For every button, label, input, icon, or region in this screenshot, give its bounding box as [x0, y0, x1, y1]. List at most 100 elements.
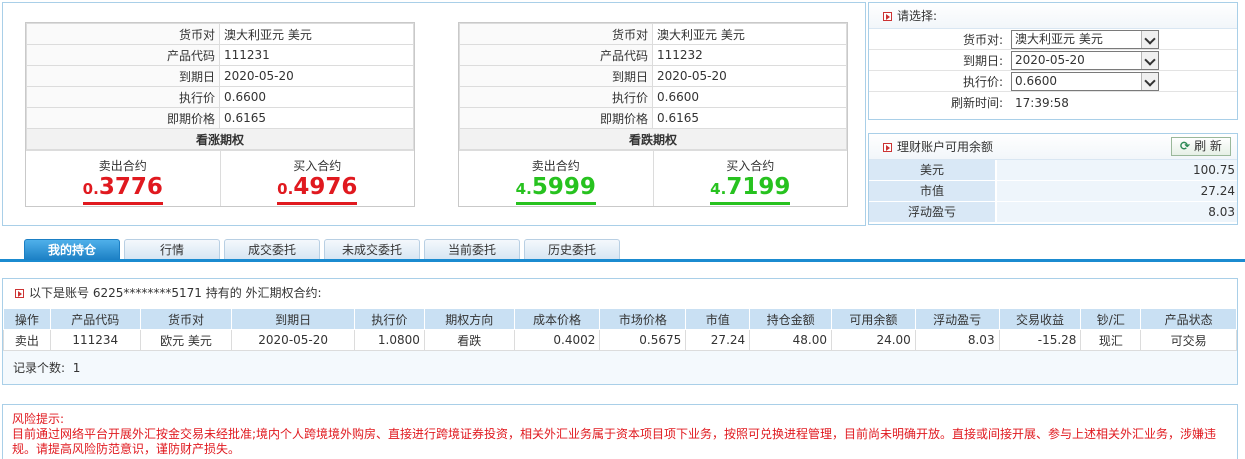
call-option-card: 货币对 澳大利亚元 美元 产品代码 111231 到期日 2020-05-20 执行价… — [25, 22, 415, 207]
cell-cash-type: 现汇 — [1080, 329, 1142, 351]
chevron-down-icon[interactable] — [1141, 72, 1158, 90]
refresh-icon: ⟳ — [1180, 139, 1191, 153]
info-value: 澳大利亚元 美元 — [652, 23, 847, 45]
cell-cost-price: 0.4002 — [513, 329, 601, 351]
refresh-time-value: 17:39:58 — [1015, 95, 1069, 110]
cell-status: 可交易 — [1140, 329, 1237, 351]
bullet-icon — [15, 289, 24, 298]
sell-contract-label: 卖出合约 — [531, 159, 580, 173]
price-decimal: 3776 — [98, 174, 163, 200]
balance-title: 理财账户可用余额 — [897, 140, 994, 154]
balance-header: 理财账户可用余额 ⟳ 刷 新 — [869, 134, 1237, 160]
balance-value: 27.24 — [997, 181, 1237, 201]
balance-row: 浮动盈亏 8.03 — [869, 202, 1237, 223]
put-option-card: 货币对 澳大利亚元 美元 产品代码 111232 到期日 2020-05-20 执行价… — [458, 22, 848, 207]
info-value: 0.6165 — [652, 107, 847, 129]
info-label: 产品代码 — [26, 44, 220, 66]
sell-action-link[interactable]: 卖出 — [3, 329, 51, 351]
refresh-time-row: 刷新时间: 17:39:58 — [869, 92, 1237, 113]
tab-filled-orders[interactable]: 成交委托 — [224, 239, 320, 259]
column-header: 期权方向 — [423, 308, 515, 330]
info-row: 货币对 澳大利亚元 美元 — [459, 23, 847, 45]
tab-current-orders[interactable]: 当前委托 — [424, 239, 520, 259]
buy-contract-label: 买入合约 — [293, 159, 342, 173]
tab-my-positions[interactable]: 我的持仓 — [24, 239, 120, 260]
tab-market[interactable]: 行情 — [124, 239, 220, 259]
column-header: 成本价格 — [513, 308, 601, 330]
holdings-header: 以下是账号 6225********5171 持有的 外汇期权合约: — [3, 279, 1237, 308]
price-decimal: 7199 — [726, 174, 791, 200]
strike-selected-value: 0.6600 — [1015, 73, 1057, 88]
info-label: 即期价格 — [459, 107, 653, 129]
balance-value: 8.03 — [997, 202, 1237, 222]
info-row: 到期日 2020-05-20 — [26, 65, 414, 87]
info-value: 0.6600 — [219, 86, 414, 108]
strike-label: 执行价: — [962, 74, 1003, 89]
info-value: 111232 — [652, 44, 847, 66]
balance-row: 市值 27.24 — [869, 181, 1237, 202]
info-row: 产品代码 111231 — [26, 44, 414, 66]
cell-trade-pl: -15.28 — [998, 329, 1082, 351]
put-sell-price[interactable]: 4.5999 — [515, 175, 596, 205]
call-sell-price[interactable]: 0.3776 — [82, 174, 163, 205]
strike-select[interactable]: 0.6600 — [1011, 71, 1159, 91]
call-sell-quote[interactable]: 卖出合约 0.3776 — [26, 151, 220, 206]
risk-notice: 风险提示: 目前通过网络平台开展外汇按金交易未经批准;境内个人跨境境外购房、直接… — [2, 404, 1238, 459]
price-integer: 4. — [515, 180, 532, 198]
cell-market-price: 0.5675 — [599, 329, 687, 351]
column-header: 产品状态 — [1140, 308, 1237, 330]
call-buy-quote[interactable]: 买入合约 0.4976 — [219, 151, 415, 206]
tab-unfilled-orders[interactable]: 未成交委托 — [324, 239, 420, 259]
pair-selected-value: 澳大利亚元 美元 — [1015, 31, 1103, 46]
pair-select[interactable]: 澳大利亚元 美元 — [1011, 29, 1159, 49]
put-quote-row: 卖出合约 4.5999 买入合约 4.7199 — [459, 150, 847, 206]
put-buy-quote[interactable]: 买入合约 4.7199 — [652, 151, 848, 206]
strike-row: 执行价: 0.6600 — [869, 71, 1237, 92]
balance-value: 100.75 — [997, 160, 1237, 180]
info-value: 2020-05-20 — [652, 65, 847, 87]
column-header: 浮动盈亏 — [914, 308, 1000, 330]
put-sell-quote[interactable]: 卖出合约 4.5999 — [459, 151, 653, 206]
info-row: 产品代码 111232 — [459, 44, 847, 66]
info-row: 执行价 0.6600 — [459, 86, 847, 108]
info-row: 到期日 2020-05-20 — [459, 65, 847, 87]
column-header: 交易收益 — [998, 308, 1082, 330]
expiry-label: 到期日: — [962, 53, 1003, 68]
info-value: 2020-05-20 — [219, 65, 414, 87]
chevron-down-icon[interactable] — [1141, 30, 1158, 48]
put-info-table: 货币对 澳大利亚元 美元 产品代码 111232 到期日 2020-05-20 执行价… — [459, 23, 847, 150]
price-decimal: 4976 — [293, 174, 358, 200]
risk-text: 目前通过网络平台开展外汇按金交易未经批准;境内个人跨境境外购房、直接进行跨境证券… — [12, 427, 1217, 456]
column-header: 货币对 — [139, 308, 233, 330]
holdings-panel: 以下是账号 6225********5171 持有的 外汇期权合约: 操作 产品… — [2, 278, 1238, 385]
risk-title: 风险提示: — [12, 412, 65, 426]
bullet-icon — [883, 143, 892, 152]
buy-contract-label: 买入合约 — [726, 159, 775, 173]
selector-panel: 请选择: 货币对: 澳大利亚元 美元 到期日: 2020-05-20 执行价: … — [868, 2, 1238, 120]
info-value: 111231 — [219, 44, 414, 66]
put-buy-price[interactable]: 4.7199 — [710, 174, 791, 205]
column-header: 市值 — [685, 308, 751, 330]
expiry-selected-value: 2020-05-20 — [1015, 52, 1085, 67]
info-label: 到期日 — [459, 65, 653, 87]
column-header: 操作 — [3, 308, 51, 330]
balance-label: 美元 — [869, 160, 997, 180]
tab-history-orders[interactable]: 历史委托 — [524, 239, 620, 259]
expiry-select[interactable]: 2020-05-20 — [1011, 50, 1159, 70]
chevron-down-icon[interactable] — [1141, 51, 1158, 69]
selector-header: 请选择: — [869, 3, 1237, 29]
info-label: 产品代码 — [459, 44, 653, 66]
option-quotes-panel: 货币对 澳大利亚元 美元 产品代码 111231 到期日 2020-05-20 执行价… — [2, 2, 866, 226]
call-option-title: 看涨期权 — [26, 128, 414, 150]
info-value: 0.6600 — [652, 86, 847, 108]
info-label: 即期价格 — [26, 107, 220, 129]
info-label: 到期日 — [26, 65, 220, 87]
refresh-button[interactable]: ⟳ 刷 新 — [1171, 137, 1231, 156]
column-header: 持仓金额 — [749, 308, 832, 330]
info-value: 0.6165 — [219, 107, 414, 129]
call-buy-price[interactable]: 0.4976 — [277, 174, 358, 205]
info-row: 货币对 澳大利亚元 美元 — [26, 23, 414, 45]
call-info-table: 货币对 澳大利亚元 美元 产品代码 111231 到期日 2020-05-20 执行价… — [26, 23, 414, 150]
column-header: 执行价 — [353, 308, 425, 330]
info-row: 即期价格 0.6165 — [26, 107, 414, 129]
